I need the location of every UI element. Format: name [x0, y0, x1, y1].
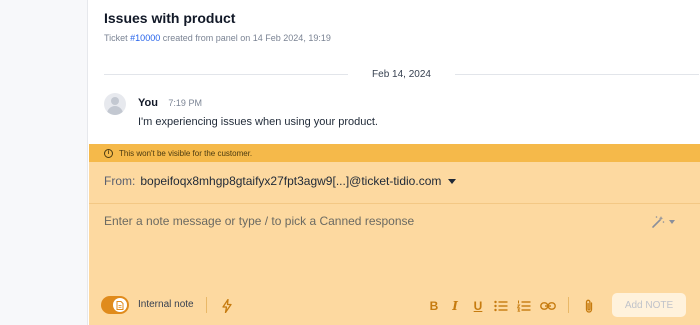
date-line-right — [454, 73, 699, 75]
visibility-notice: i This won't be visible for the customer… — [89, 144, 700, 162]
from-label: From: — [104, 174, 136, 188]
message-time: 7:19 PM — [168, 98, 202, 108]
ticket-panel: Issues with product Ticket #10000 create… — [89, 0, 700, 325]
message-content: You 7:19 PM I'm experiencing issues when… — [138, 93, 378, 128]
ticket-id-link[interactable]: #10000 — [130, 33, 160, 43]
from-divider — [89, 203, 700, 204]
toolbar-divider — [568, 297, 569, 313]
visibility-notice-text: This won't be visible for the customer. — [119, 148, 253, 158]
composer-toolbar: Internal note B I U Add NOTE — [89, 292, 700, 320]
date-separator: Feb 14, 2024 — [104, 66, 699, 82]
ticket-header: Issues with product Ticket #10000 create… — [104, 10, 331, 43]
italic-icon[interactable]: I — [449, 298, 461, 314]
note-toggle-icon — [116, 300, 124, 310]
toolbar-divider — [206, 297, 207, 313]
info-icon: i — [104, 148, 113, 158]
date-separator-label: Feb 14, 2024 — [372, 68, 431, 80]
message-text: I'm experiencing issues when using your … — [138, 116, 378, 128]
from-address: bopeifoqx8mhgp8gtaifyx27fpt3agw9[...]@ti… — [140, 174, 442, 188]
avatar-head — [111, 97, 119, 105]
numbered-list-icon — [517, 300, 531, 312]
magic-wand-icon — [652, 216, 665, 228]
internal-note-label: Internal note — [138, 299, 194, 310]
bold-icon[interactable]: B — [428, 298, 440, 314]
avatar-body — [107, 106, 123, 115]
add-note-button[interactable]: Add NOTE — [612, 293, 686, 317]
numbered-list-button[interactable] — [517, 298, 531, 314]
attachment-icon — [585, 299, 593, 313]
ticket-subtitle: Ticket #10000 created from panel on 14 F… — [104, 33, 331, 43]
attachment-button[interactable] — [583, 298, 595, 314]
ticket-subtitle-suffix: created from panel on 14 Feb 2024, 19:19 — [160, 33, 331, 43]
bulleted-list-icon — [494, 300, 508, 312]
message-author: You — [138, 97, 158, 109]
note-composer: From: bopeifoqx8mhgp8gtaifyx27fpt3agw9[.… — [89, 162, 700, 325]
toggle-knob — [113, 298, 127, 312]
ticket-subtitle-prefix: Ticket — [104, 33, 131, 43]
from-selector[interactable]: From: bopeifoqx8mhgp8gtaifyx27fpt3agw9[.… — [104, 174, 457, 188]
date-line-left — [104, 73, 349, 75]
message-item: You 7:19 PM I'm experiencing issues when… — [104, 93, 378, 128]
avatar — [104, 93, 126, 115]
ticket-title: Issues with product — [104, 10, 236, 26]
lightning-icon — [222, 299, 232, 313]
link-button[interactable] — [540, 298, 556, 314]
left-rail — [0, 0, 88, 325]
lightning-button[interactable] — [221, 298, 233, 314]
ai-assist-button[interactable] — [651, 215, 675, 229]
link-icon — [540, 302, 556, 310]
underline-icon[interactable]: U — [472, 298, 484, 314]
bulleted-list-button[interactable] — [494, 298, 508, 314]
internal-note-toggle[interactable] — [101, 296, 129, 314]
chevron-down-icon — [448, 179, 457, 184]
note-message-input[interactable] — [104, 214, 624, 228]
chevron-down-icon — [669, 220, 675, 224]
